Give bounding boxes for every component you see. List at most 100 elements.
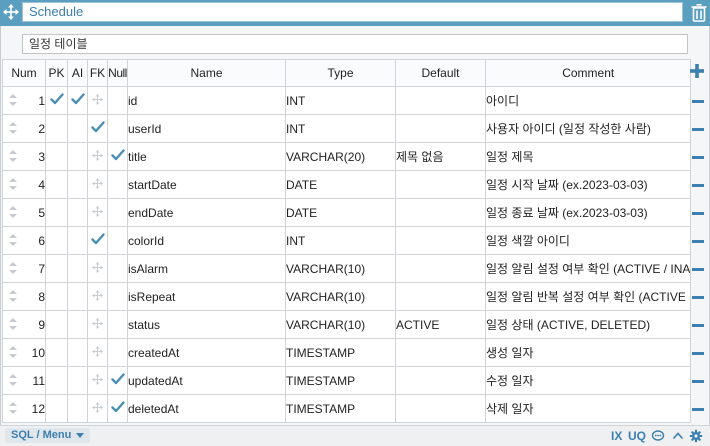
drag-handle-icon[interactable] — [8, 262, 18, 274]
pk-checkbox[interactable] — [45, 226, 68, 255]
column-default-cell[interactable] — [395, 338, 486, 367]
null-checkbox[interactable] — [107, 366, 128, 395]
ai-checkbox[interactable] — [67, 394, 88, 423]
sql-menu-dropdown[interactable]: SQL / Menu — [5, 428, 91, 443]
pk-checkbox[interactable] — [45, 366, 68, 395]
fk-checkbox[interactable] — [87, 170, 108, 199]
column-name-cell[interactable]: id — [127, 86, 286, 115]
remove-column-minus-icon[interactable] — [692, 296, 704, 299]
table-row[interactable]: 9 status VARCHAR(10) ACTIVE 일정 상태 (ACTIVE, D… — [2, 310, 692, 339]
drag-handle-icon[interactable] — [8, 206, 18, 218]
remove-column-minus-icon[interactable] — [692, 156, 704, 159]
column-type-cell[interactable]: VARCHAR(10) — [285, 254, 396, 283]
column-default-cell[interactable] — [395, 254, 486, 283]
column-comment-cell[interactable]: 생성 일자 — [484, 338, 692, 367]
column-comment-cell[interactable]: 일정 종료 날짜 (ex.2023-03-03) — [484, 198, 692, 227]
ai-checkbox[interactable] — [67, 114, 88, 143]
pk-checkbox[interactable] — [45, 198, 68, 227]
column-comment-cell[interactable]: 삭제 일자 — [484, 394, 692, 423]
ai-checkbox[interactable] — [67, 310, 88, 339]
table-row[interactable]: 4 startDate DATE 일정 시작 날짜 (ex.2023-03-03) — [2, 170, 692, 199]
pk-checkbox[interactable] — [45, 254, 68, 283]
null-checkbox[interactable] — [107, 394, 128, 423]
table-row[interactable]: 3 title VARCHAR(20) 제목 없음 일정 제목 — [2, 142, 692, 171]
remove-column-minus-icon[interactable] — [692, 240, 704, 243]
column-name-cell[interactable]: startDate — [127, 170, 286, 199]
table-row[interactable]: 12 deletedAt TIMESTAMP 삭제 일자 — [2, 394, 692, 423]
fk-checkbox[interactable] — [87, 394, 108, 423]
column-name-cell[interactable]: status — [127, 310, 286, 339]
gear-icon[interactable] — [689, 429, 703, 443]
ai-checkbox[interactable] — [67, 366, 88, 395]
drag-handle-icon[interactable] — [8, 290, 18, 302]
column-name-cell[interactable]: userId — [127, 114, 286, 143]
column-name-cell[interactable]: colorId — [127, 226, 286, 255]
null-checkbox[interactable] — [107, 282, 128, 311]
pk-checkbox[interactable] — [45, 394, 68, 423]
null-checkbox[interactable] — [107, 338, 128, 367]
pk-checkbox[interactable] — [45, 338, 68, 367]
column-comment-cell[interactable]: 일정 알림 설정 여부 확인 (ACTIVE / INA — [484, 254, 692, 283]
column-name-cell[interactable]: updatedAt — [127, 366, 286, 395]
column-type-cell[interactable]: INT — [285, 226, 396, 255]
chevron-up-icon[interactable] — [671, 429, 685, 443]
ai-checkbox[interactable] — [67, 338, 88, 367]
column-name-cell[interactable]: endDate — [127, 198, 286, 227]
column-default-cell[interactable]: 제목 없음 — [395, 142, 486, 171]
fk-checkbox[interactable] — [87, 226, 108, 255]
drag-handle-icon[interactable] — [8, 374, 18, 386]
column-comment-cell[interactable]: 일정 알림 반복 설정 여부 확인 (ACTIVE — [484, 282, 692, 311]
null-checkbox[interactable] — [107, 170, 128, 199]
remove-column-minus-icon[interactable] — [692, 100, 704, 103]
fk-checkbox[interactable] — [87, 282, 108, 311]
column-default-cell[interactable] — [395, 114, 486, 143]
ai-checkbox[interactable] — [67, 226, 88, 255]
remove-column-minus-icon[interactable] — [692, 268, 704, 271]
table-row[interactable]: 5 endDate DATE 일정 종료 날짜 (ex.2023-03-03) — [2, 198, 692, 227]
column-comment-cell[interactable]: 일정 제목 — [484, 142, 692, 171]
comment-icon[interactable] — [651, 429, 665, 443]
table-row[interactable]: 8 isRepeat VARCHAR(10) 일정 알림 반복 설정 여부 확인 (A… — [2, 282, 692, 311]
null-checkbox[interactable] — [107, 226, 128, 255]
remove-column-minus-icon[interactable] — [692, 324, 704, 327]
column-name-cell[interactable]: title — [127, 142, 286, 171]
fk-checkbox[interactable] — [87, 254, 108, 283]
ai-checkbox[interactable] — [67, 282, 88, 311]
column-type-cell[interactable]: VARCHAR(10) — [285, 282, 396, 311]
drag-handle-icon[interactable] — [8, 346, 18, 358]
column-default-cell[interactable] — [395, 198, 486, 227]
fk-checkbox[interactable] — [87, 366, 108, 395]
table-row[interactable]: 1 id INT 아이디 — [2, 86, 692, 115]
column-type-cell[interactable]: INT — [285, 114, 396, 143]
add-column-plus-icon[interactable] — [689, 62, 705, 80]
column-name-cell[interactable]: deletedAt — [127, 394, 286, 423]
remove-column-minus-icon[interactable] — [692, 408, 704, 411]
column-default-cell[interactable] — [395, 170, 486, 199]
fk-checkbox[interactable] — [87, 338, 108, 367]
column-comment-cell[interactable]: 일정 상태 (ACTIVE, DELETED) — [484, 310, 692, 339]
remove-column-minus-icon[interactable] — [692, 380, 704, 383]
ai-checkbox[interactable] — [67, 254, 88, 283]
column-type-cell[interactable]: TIMESTAMP — [285, 366, 396, 395]
pk-checkbox[interactable] — [45, 114, 68, 143]
move-icon[interactable] — [2, 3, 20, 21]
drag-handle-icon[interactable] — [8, 94, 18, 106]
remove-column-minus-icon[interactable] — [692, 184, 704, 187]
column-comment-cell[interactable]: 일정 시작 날짜 (ex.2023-03-03) — [484, 170, 692, 199]
column-type-cell[interactable]: DATE — [285, 198, 396, 227]
table-row[interactable]: 6 colorId INT 일정 색깔 아이디 — [2, 226, 692, 255]
null-checkbox[interactable] — [107, 254, 128, 283]
column-comment-cell[interactable]: 수정 일자 — [484, 366, 692, 395]
unique-button[interactable]: UQ — [628, 429, 646, 443]
table-row[interactable]: 11 updatedAt TIMESTAMP 수정 일자 — [2, 366, 692, 395]
remove-column-minus-icon[interactable] — [692, 352, 704, 355]
ai-checkbox[interactable] — [67, 142, 88, 171]
pk-checkbox[interactable] — [45, 310, 68, 339]
column-type-cell[interactable]: DATE — [285, 170, 396, 199]
pk-checkbox[interactable] — [45, 170, 68, 199]
fk-checkbox[interactable] — [87, 86, 108, 115]
pk-checkbox[interactable] — [45, 142, 68, 171]
column-default-cell[interactable] — [395, 226, 486, 255]
column-name-cell[interactable]: createdAt — [127, 338, 286, 367]
drag-handle-icon[interactable] — [8, 122, 18, 134]
